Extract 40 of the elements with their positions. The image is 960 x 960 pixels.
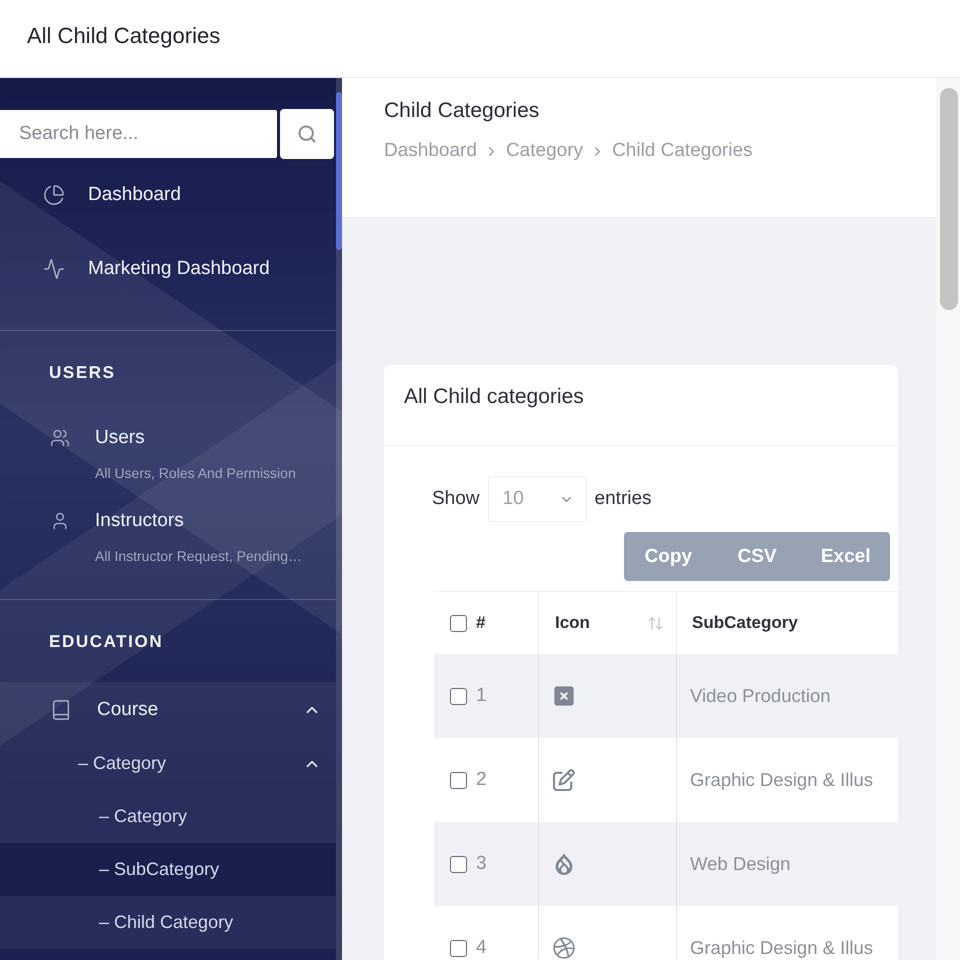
row-number: 3 xyxy=(476,853,487,875)
sidebar-scrollbar[interactable] xyxy=(336,78,342,960)
row-checkbox[interactable] xyxy=(450,940,467,956)
row-number: 2 xyxy=(476,769,487,791)
droplet-icon xyxy=(553,853,575,875)
search-icon xyxy=(297,124,317,144)
section-heading: USERS xyxy=(49,363,116,383)
search-field[interactable]: Search here... xyxy=(0,110,277,158)
nav-item[interactable]: Course xyxy=(0,682,336,737)
users-icon xyxy=(50,428,70,448)
nav-item[interactable]: – Child Category xyxy=(0,896,336,949)
subcategory-name: Video Production xyxy=(690,685,831,707)
nav-item[interactable]: Marketing Dashboard xyxy=(0,232,336,306)
nav-item[interactable]: – Category xyxy=(0,790,336,843)
section-heading: EDUCATION xyxy=(49,632,164,652)
nav-item[interactable]: Users All Users, Roles And Permission xyxy=(0,409,336,492)
nav-item[interactable]: Instructors All Instructor Request, Pending… xyxy=(0,492,336,575)
subcategory-name: Graphic Design & Illus xyxy=(690,937,874,959)
page-scrollbar[interactable] xyxy=(936,78,960,960)
search-button[interactable] xyxy=(280,109,334,159)
nav-item[interactable]: – Category xyxy=(0,737,336,790)
subcategory-name: Web Design xyxy=(690,853,790,875)
row-number: 1 xyxy=(476,685,487,707)
nav-item-description: All Users, Roles And Permission xyxy=(95,464,297,483)
row-checkbox[interactable] xyxy=(450,772,467,788)
card-title: All Child categories xyxy=(404,385,584,409)
nav-item-description: All Instructor Request, Pending… xyxy=(95,547,303,566)
row-number: 4 xyxy=(476,937,487,959)
page-title: All Child Categories xyxy=(27,23,220,49)
subcategory-name: Graphic Design & Illus xyxy=(690,769,874,791)
pie-chart-icon xyxy=(43,184,65,206)
row-checkbox[interactable] xyxy=(450,856,467,872)
book-icon xyxy=(50,698,72,720)
show-label: Show xyxy=(432,488,480,510)
row-checkbox[interactable] xyxy=(450,688,467,704)
select-all-checkbox[interactable] xyxy=(450,614,467,632)
page-heading: Child Categories xyxy=(384,98,540,124)
pulse-icon xyxy=(43,258,65,280)
nav-item[interactable]: Dashboard xyxy=(0,158,336,232)
entries-label: entries xyxy=(594,488,652,510)
